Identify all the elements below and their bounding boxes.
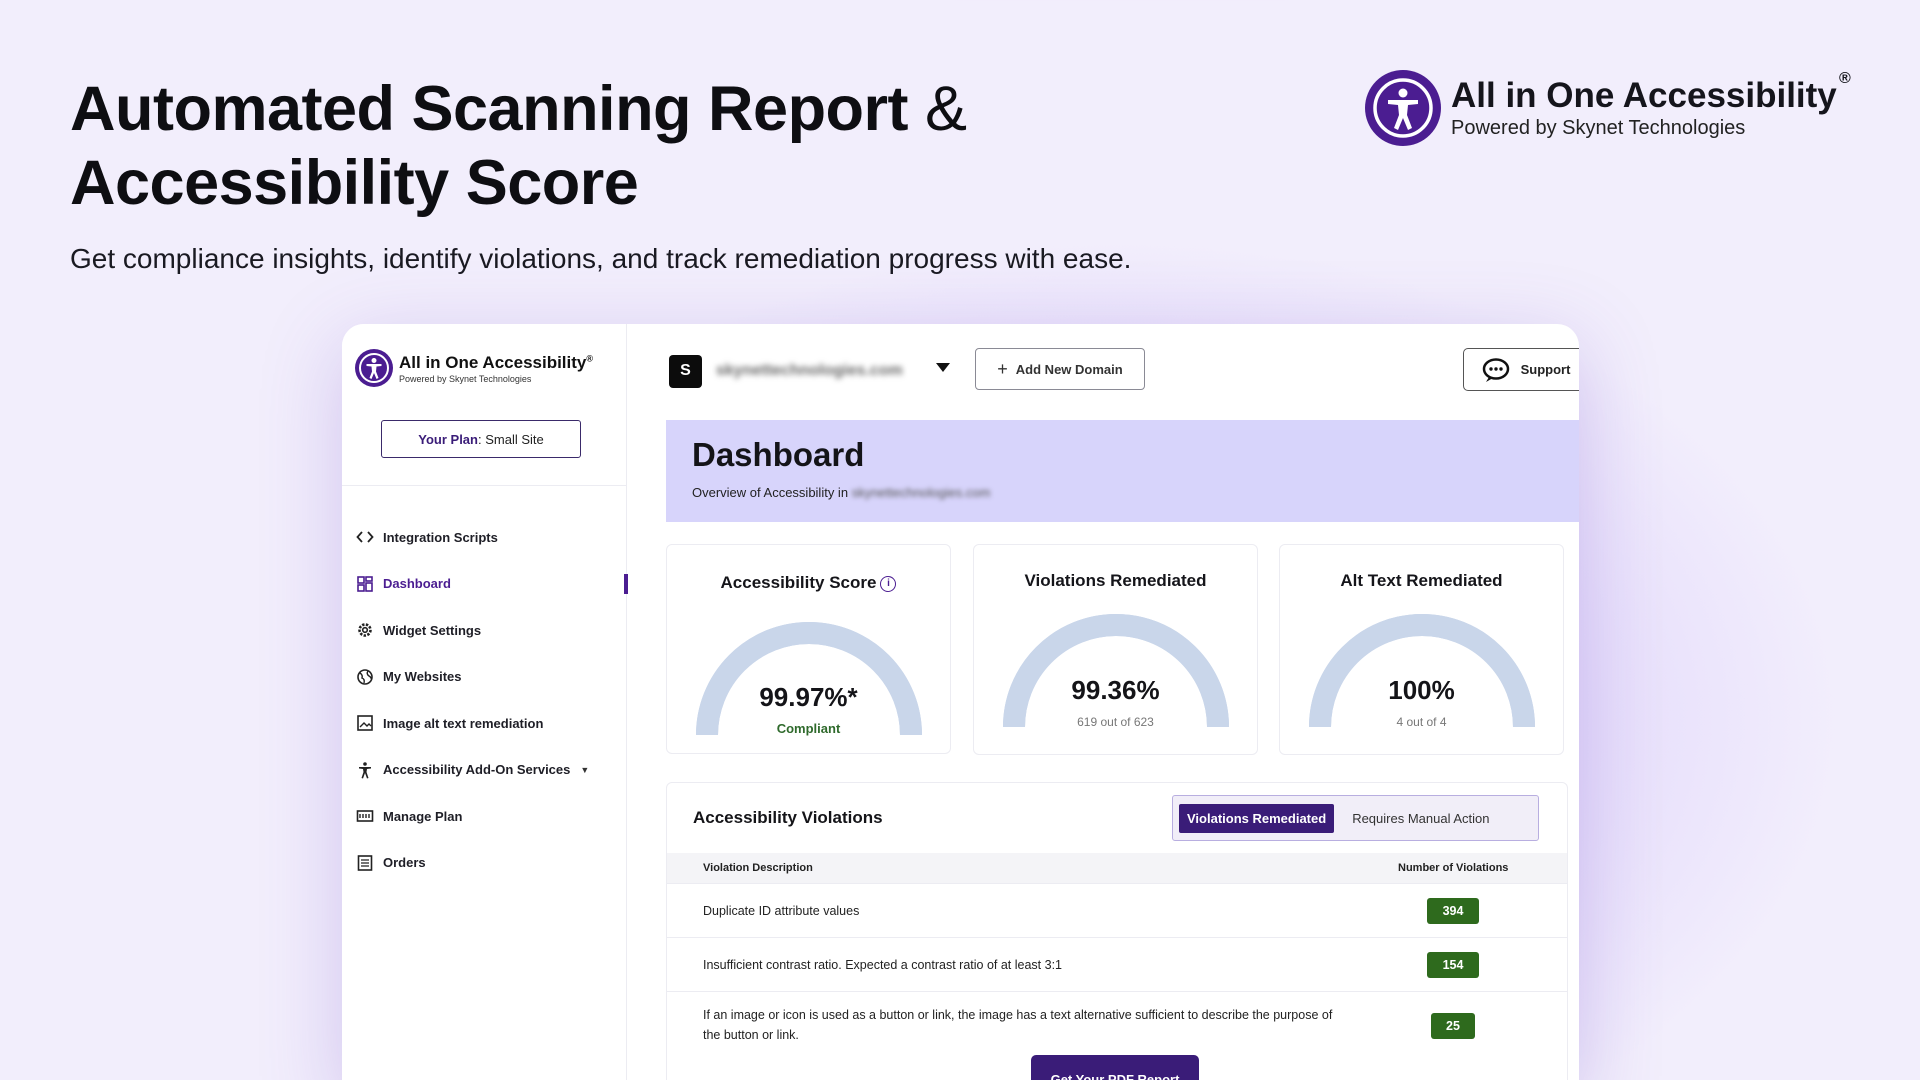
plus-icon: +: [997, 358, 1008, 379]
dashboard-grid-icon: [356, 575, 374, 593]
table-header: Violation Description Number of Violatio…: [667, 853, 1567, 883]
card-title: Violations Remediated: [1024, 571, 1207, 590]
card-title-text: Accessibility Score: [720, 573, 877, 592]
plan-value: : Small Site: [477, 431, 544, 447]
sidebar-item-my-websites[interactable]: My Websites: [356, 654, 618, 701]
column-header-count: Number of Violations: [1398, 862, 1509, 874]
brand-registered: ®: [1838, 70, 1851, 87]
violation-description: Duplicate ID attribute values: [703, 904, 860, 918]
sidebar-item-label: Image alt text remediation: [383, 715, 544, 731]
alt-text-value: 100%: [1388, 675, 1455, 705]
add-domain-label: Add New Domain: [1015, 361, 1123, 377]
info-icon[interactable]: i: [880, 576, 897, 592]
pdf-report-button[interactable]: Get Your PDF Report: [1031, 1055, 1199, 1080]
image-icon: [356, 714, 374, 732]
chat-bubble-icon: [1482, 357, 1509, 382]
violation-description: If an image or icon is used as a button …: [703, 1008, 1333, 1042]
accessibility-logo-icon: [1365, 70, 1441, 146]
alt-text-count: 4 out of 4: [1396, 715, 1447, 729]
brand-powered-by: Powered by Skynet Technologies: [1451, 117, 1746, 139]
page-subtitle: Overview of Accessibility in skynettechn…: [692, 485, 990, 500]
sidebar-item-add-on-services[interactable]: Accessibility Add-On Services ▼: [356, 747, 618, 794]
sidebar-item-integration-scripts[interactable]: Integration Scripts: [356, 514, 618, 561]
page-subtitle-domain: skynettechnologies.com: [851, 485, 991, 500]
sidebar-powered-by: Powered by Skynet Technologies: [399, 373, 532, 384]
sidebar-brand-name: All in One Accessibility: [399, 352, 587, 372]
sidebar-item-dashboard[interactable]: Dashboard: [356, 561, 628, 608]
violations-title: Accessibility Violations: [693, 808, 883, 827]
score-value: 99.97%*: [759, 682, 858, 712]
sidebar-item-label: Manage Plan: [383, 808, 463, 824]
card-title: Accessibility Score i: [667, 573, 950, 593]
domain-avatar: S: [669, 354, 702, 388]
sidebar-item-label: My Websites: [383, 669, 462, 685]
alt-text-remediated-card: Alt Text Remediated 100% 4 out of 4: [1279, 544, 1564, 755]
topbar: S skynettechnologies.com + Add New Domai…: [627, 324, 1579, 414]
accessibility-score-card: Accessibility Score i 99.97%* Compliant: [666, 544, 951, 754]
accessibility-logo-icon: [355, 349, 393, 387]
violations-tab-group: Violations Remediated Requires Manual Ac…: [1172, 795, 1539, 841]
tab-violations-remediated[interactable]: Violations Remediated: [1179, 803, 1335, 833]
violations-panel: Accessibility Violations Violations Reme…: [666, 782, 1568, 1080]
violation-count-badge: 394: [1427, 898, 1479, 924]
domain-name: skynettechnologies.com: [716, 362, 903, 379]
score-status: Compliant: [776, 721, 841, 736]
hero-title-amp: &: [925, 74, 967, 144]
plan-icon: [356, 807, 374, 825]
table-row[interactable]: Insufficient contrast ratio. Expected a …: [667, 937, 1567, 991]
sidebar-item-orders[interactable]: Orders: [356, 840, 618, 887]
support-label: Support: [1520, 362, 1571, 377]
hero-title: Automated Scanning Report & Accessibilit…: [70, 72, 967, 220]
orders-list-icon: [356, 854, 374, 872]
sidebar-nav: Integration Scripts Dashboard Widget Set…: [356, 514, 628, 887]
globe-icon: [356, 668, 374, 686]
sidebar-brand-registered: ®: [586, 352, 594, 363]
domain-selector[interactable]: S skynettechnologies.com: [669, 348, 969, 394]
gear-icon: [356, 621, 374, 639]
table-row[interactable]: Duplicate ID attribute values 394: [667, 883, 1567, 937]
hero-subtitle: Get compliance insights, identify violat…: [70, 243, 1132, 274]
hero-title-line1: Automated Scanning Report: [70, 74, 909, 144]
violations-count: 619 out of 623: [1077, 715, 1154, 729]
accessibility-person-icon: [356, 761, 374, 779]
brand-name: All in One Accessibility: [1451, 76, 1837, 115]
sidebar-item-label: Accessibility Add-On Services: [383, 762, 571, 778]
violations-remediated-card: Violations Remediated 99.36% 619 out of …: [973, 544, 1258, 755]
violation-count-badge: 154: [1427, 952, 1479, 978]
sidebar-item-widget-settings[interactable]: Widget Settings: [356, 607, 618, 654]
violations-value: 99.36%: [1071, 675, 1160, 705]
plan-label: Your Plan: [418, 431, 478, 447]
sidebar-item-label: Integration Scripts: [383, 529, 498, 545]
violation-description: Insufficient contrast ratio. Expected a …: [703, 958, 1062, 972]
plan-button[interactable]: Your Plan: Small Site: [381, 420, 581, 458]
page-title: Dashboard: [692, 436, 865, 473]
sidebar-item-label: Dashboard: [383, 576, 451, 592]
page-subtitle-prefix: Overview of Accessibility in: [692, 485, 849, 500]
brand-logo-block: All in One Accessibility ® Powered by Sky…: [1363, 68, 1851, 148]
tab-requires-manual-action[interactable]: Requires Manual Action: [1352, 811, 1489, 826]
violation-count-badge: 25: [1431, 1013, 1475, 1039]
sidebar-item-manage-plan[interactable]: Manage Plan: [356, 793, 618, 840]
card-title: Alt Text Remediated: [1340, 571, 1503, 590]
sidebar-item-label: Orders: [383, 855, 426, 871]
app-window: All in One Accessibility® Powered by Sky…: [342, 324, 1579, 1080]
column-header-description: Violation Description: [703, 862, 813, 874]
support-button[interactable]: Support: [1463, 348, 1579, 391]
sidebar: All in One Accessibility® Powered by Sky…: [342, 324, 628, 1080]
hero-title-line2: Accessibility Score: [70, 148, 639, 218]
dashboard-banner: Dashboard Overview of Accessibility in s…: [666, 420, 1579, 522]
sidebar-brand[interactable]: All in One Accessibility® Powered by Sky…: [354, 348, 593, 388]
sidebar-item-image-alt-text[interactable]: Image alt text remediation: [356, 700, 618, 747]
chevron-down-icon: [936, 363, 950, 372]
chevron-down-icon[interactable]: ▼: [580, 765, 589, 775]
code-icon: [356, 528, 374, 546]
sidebar-item-label: Widget Settings: [383, 622, 482, 638]
sidebar-divider: [342, 485, 626, 486]
add-new-domain-button[interactable]: + Add New Domain: [975, 348, 1145, 390]
